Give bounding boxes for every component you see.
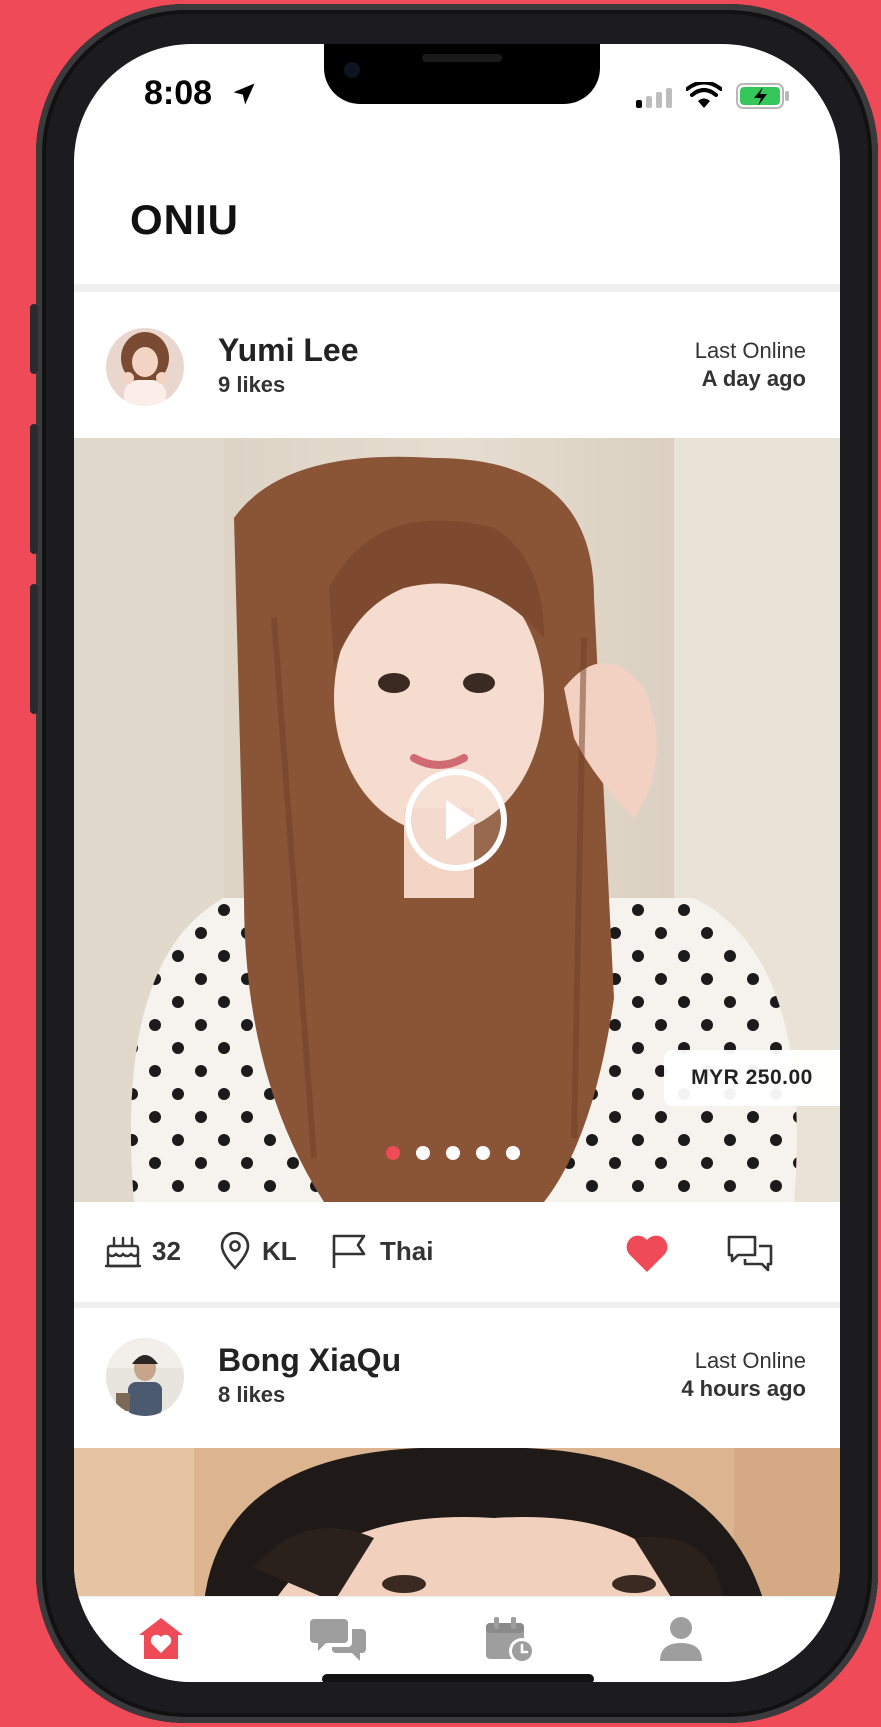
home-indicator[interactable] xyxy=(322,1674,594,1682)
nationality-value: Thai xyxy=(380,1235,434,1266)
age-value: 32 xyxy=(152,1235,181,1266)
wifi-icon xyxy=(686,82,722,108)
carousel-dot[interactable] xyxy=(476,1146,490,1160)
avatar[interactable] xyxy=(106,1338,184,1416)
status-time: 8:08 xyxy=(144,74,213,112)
app-bar: ONIU xyxy=(74,144,840,292)
mute-switch xyxy=(30,304,38,374)
like-heart-icon[interactable] xyxy=(624,1232,670,1274)
carousel-dot[interactable] xyxy=(446,1146,460,1160)
notch xyxy=(324,44,600,104)
speaker xyxy=(422,54,502,62)
battery-charging-icon xyxy=(736,83,789,109)
age-info: 32 xyxy=(104,1232,181,1270)
last-online-value: A day ago xyxy=(701,366,806,391)
price-tag: MYR 250.00 xyxy=(664,1050,840,1106)
location-value: KL xyxy=(262,1235,297,1266)
location-arrow-icon xyxy=(233,83,255,105)
post-meta-row: 32 KL Thai xyxy=(74,1202,840,1308)
front-camera xyxy=(344,62,360,78)
carousel-indicator[interactable] xyxy=(386,1146,520,1160)
birthday-cake-icon xyxy=(104,1236,142,1268)
last-online-value: 4 hours ago xyxy=(681,1376,806,1401)
app-title: ONIU xyxy=(130,196,239,243)
tab-messages[interactable] xyxy=(310,1615,366,1663)
likes-count: 8 likes xyxy=(218,1382,286,1407)
carousel-dot[interactable] xyxy=(506,1146,520,1160)
app-screen: 8:08 ONIU Yumi Lee 9 likes Last Online A… xyxy=(74,44,840,1682)
carousel-dot[interactable] xyxy=(416,1146,430,1160)
tab-bar xyxy=(74,1596,840,1682)
user-name[interactable]: Bong XiaQu xyxy=(218,1342,401,1379)
user-name[interactable]: Yumi Lee xyxy=(218,332,359,369)
post-header[interactable]: Yumi Lee 9 likes Last Online A day ago xyxy=(74,292,840,422)
cellular-signal-icon xyxy=(636,88,672,108)
location-pin-icon xyxy=(220,1232,250,1270)
flag-icon xyxy=(332,1234,366,1268)
play-button[interactable] xyxy=(404,768,508,872)
post-media[interactable]: MYR 250.00 xyxy=(74,438,840,1202)
post-media[interactable] xyxy=(74,1448,840,1602)
post-photo xyxy=(74,1448,840,1602)
chat-icon[interactable] xyxy=(726,1234,774,1274)
avatar[interactable] xyxy=(106,328,184,406)
nationality-info: Thai xyxy=(330,1232,433,1270)
tab-schedule[interactable] xyxy=(484,1615,536,1665)
tab-profile[interactable] xyxy=(658,1615,704,1663)
location-info: KL xyxy=(218,1232,297,1270)
tab-home[interactable] xyxy=(136,1615,186,1663)
volume-down-button xyxy=(30,584,38,714)
likes-count: 9 likes xyxy=(218,372,286,397)
last-online-label: Last Online xyxy=(694,1348,806,1373)
post-header[interactable]: Bong XiaQu 8 likes Last Online 4 hours a… xyxy=(74,1308,840,1438)
last-online-label: Last Online xyxy=(694,338,806,363)
carousel-dot[interactable] xyxy=(386,1146,400,1160)
volume-up-button xyxy=(30,424,38,554)
